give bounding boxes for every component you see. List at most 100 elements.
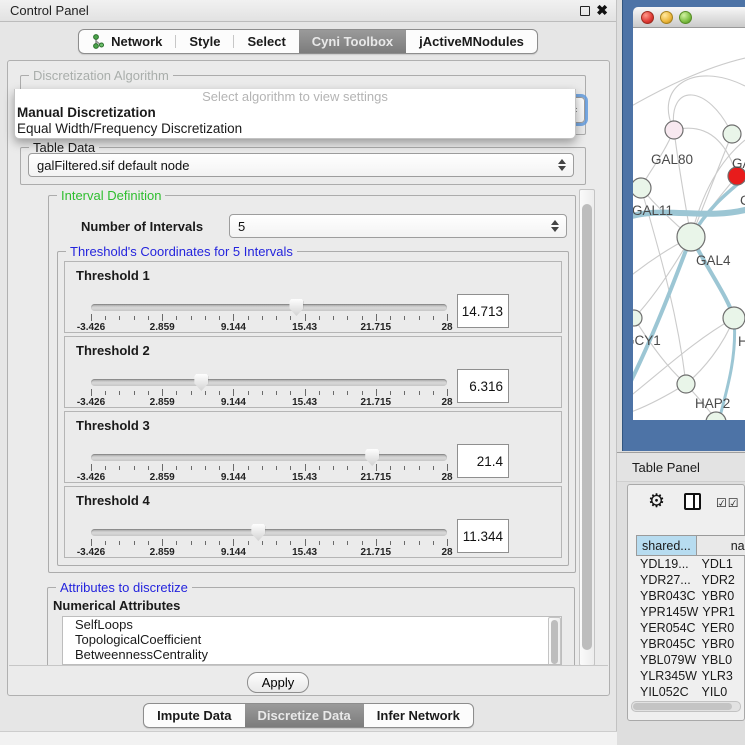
table-cell: YER054C [636, 621, 698, 635]
cyni-toolbox-panel: Discretization Algorithm Table Data galF… [7, 60, 610, 696]
table-cell: YER0 [698, 621, 745, 635]
network-node-partial-ga[interactable] [723, 125, 741, 143]
table-cell: YPR1 [698, 605, 745, 619]
slider-ticks [91, 314, 447, 322]
network-node-gal11[interactable] [633, 178, 651, 198]
tab-select[interactable]: Select [234, 30, 298, 53]
tab-infer-network-label: Infer Network [377, 708, 460, 723]
discretization-algorithm-group-label: Discretization Algorithm [29, 68, 173, 83]
tab-network-label: Network [111, 34, 162, 49]
table-row[interactable]: YIL052CYIL0 [636, 684, 745, 700]
control-panel-window: Control Panel ✖ Network Style Select Cyn… [0, 0, 617, 745]
table-cell: YBL079W [636, 653, 698, 667]
threshold-2-slider[interactable]: -3.4262.8599.14415.4321.71528 [91, 375, 447, 407]
interval-definition-group: Interval Definition Number of Intervals … [48, 195, 576, 573]
table-row[interactable]: YBR043CYBR0 [636, 588, 745, 604]
slider-track[interactable] [91, 529, 447, 536]
apply-button[interactable]: Apply [247, 672, 309, 693]
threshold-2-value-field[interactable] [457, 369, 509, 403]
threshold-1-slider[interactable]: -3.4262.8599.14415.4321.71528 [91, 300, 447, 332]
combo-arrows-icon [551, 220, 559, 232]
dropdown-option-manual-discretization[interactable]: Manual Discretization [15, 105, 575, 121]
tab-infer-network[interactable]: Infer Network [364, 704, 473, 727]
table-cell: YDR2 [698, 573, 745, 587]
network-canvas[interactable]: GAL80 GA C GAL11 GAL4 GCY1 H HAP2 [633, 28, 745, 420]
threshold-3-slider[interactable]: -3.4262.8599.14415.4321.71528 [91, 450, 447, 482]
threshold-3-value-field[interactable] [457, 444, 509, 478]
tab-cyni-toolbox[interactable]: Cyni Toolbox [299, 30, 406, 53]
tab-jactivemnodules[interactable]: jActiveMNodules [406, 30, 537, 53]
status-strip [0, 731, 617, 745]
slider-track[interactable] [91, 379, 447, 386]
table-row[interactable]: YDL19...YDL1 [636, 556, 745, 572]
select-columns-checkboxes-icon[interactable]: ☑☑ [716, 496, 740, 510]
combo-arrows-icon [558, 159, 566, 171]
column-header-name[interactable]: name [697, 536, 745, 555]
table-row[interactable]: YPR145WYPR1 [636, 604, 745, 620]
split-columns-icon[interactable] [684, 493, 701, 510]
network-node-bottom[interactable] [706, 412, 726, 420]
table-cell: YDL1 [698, 557, 745, 571]
algorithm-dropdown-popup: Select algorithm to view settings Manual… [14, 89, 576, 139]
attribute-item-selfloops[interactable]: SelfLoops [63, 617, 561, 632]
table-row[interactable]: YBL079WYBL0 [636, 652, 745, 668]
table-data-combobox[interactable]: galFiltered.sif default node [28, 153, 574, 177]
network-window-titlebar[interactable] [633, 7, 745, 28]
network-node-gcy1[interactable] [633, 310, 642, 326]
threshold-4-value-field[interactable] [457, 519, 509, 553]
slider-tick-labels: -3.4262.8599.14415.4321.71528 [91, 397, 447, 408]
attribute-item-betweennesscentrality[interactable]: BetweennessCentrality [63, 647, 561, 662]
tab-network[interactable]: Network [79, 30, 175, 53]
float-window-icon[interactable] [580, 6, 590, 16]
table-row[interactable]: YLR345WYLR3 [636, 668, 745, 684]
slider-ticks [91, 464, 447, 472]
number-of-intervals-combobox[interactable]: 5 [229, 214, 567, 238]
slider-ticks [91, 389, 447, 397]
slider-track[interactable] [91, 454, 447, 461]
table-cell: YBR043C [636, 589, 698, 603]
slider-track[interactable] [91, 304, 447, 311]
table-horizontal-scrollbar[interactable] [631, 701, 741, 712]
numerical-attributes-list[interactable]: SelfLoops TopologicalCoefficient Between… [62, 616, 562, 665]
node-label-partial-h: H [738, 334, 745, 349]
network-view-window[interactable]: GAL80 GA C GAL11 GAL4 GCY1 H HAP2 [622, 0, 745, 451]
node-label-partial-c: C [740, 193, 745, 208]
tab-cyni-toolbox-label: Cyni Toolbox [312, 34, 393, 49]
zoom-traffic-light-icon[interactable] [679, 11, 692, 24]
table-panel-titlebar: Table Panel [617, 452, 745, 482]
close-traffic-light-icon[interactable] [641, 11, 654, 24]
network-icon [92, 34, 105, 49]
network-node-gal80[interactable] [665, 121, 683, 139]
network-node-gal4[interactable] [677, 223, 705, 251]
tab-jactivemnodules-label: jActiveMNodules [419, 34, 524, 49]
tab-style[interactable]: Style [176, 30, 233, 53]
table-cell: YBR0 [698, 637, 745, 651]
bottom-tab-bar: Impute Data Discretize Data Infer Networ… [0, 703, 617, 728]
table-row[interactable]: YBR045CYBR0 [636, 636, 745, 652]
threshold-4-label: Threshold 4 [76, 493, 150, 508]
threshold-4-slider[interactable]: -3.4262.8599.14415.4321.71528 [91, 525, 447, 557]
column-header-shared-name[interactable]: shared... [637, 536, 697, 555]
gear-icon[interactable]: ⚙ [648, 490, 665, 513]
node-table-body: YDL19...YDL1YDR27...YDR2YBR043CYBR0YPR14… [636, 556, 745, 700]
minimize-traffic-light-icon[interactable] [660, 11, 673, 24]
attribute-list-scrollbar[interactable] [548, 617, 561, 665]
threshold-3-panel: Threshold 3 -3.4262.8599.14415.4321.7152… [64, 411, 562, 483]
attribute-item-topologicalcoefficient[interactable]: TopologicalCoefficient [63, 632, 561, 647]
close-icon[interactable]: ✖ [596, 2, 608, 19]
settings-scrollbar[interactable] [579, 189, 595, 666]
tab-select-label: Select [247, 34, 285, 49]
network-graph[interactable]: GAL80 GA C GAL11 GAL4 GCY1 H HAP2 [633, 28, 745, 420]
tab-discretize-data[interactable]: Discretize Data [245, 704, 364, 727]
dropdown-option-equal-width-frequency[interactable]: Equal Width/Frequency Discretization [15, 121, 575, 137]
tab-impute-data[interactable]: Impute Data [144, 704, 244, 727]
thresholds-group-label: Threshold's Coordinates for 5 Intervals [66, 244, 297, 259]
network-node-h[interactable] [723, 307, 745, 329]
network-node-hap2[interactable] [677, 375, 695, 393]
table-row[interactable]: YER054CYER0 [636, 620, 745, 636]
table-row[interactable]: YDR27...YDR2 [636, 572, 745, 588]
table-cell: YBR045C [636, 637, 698, 651]
node-label-hap2: HAP2 [695, 396, 730, 411]
threshold-1-value-field[interactable] [457, 294, 509, 328]
table-cell: YLR345W [636, 669, 698, 683]
